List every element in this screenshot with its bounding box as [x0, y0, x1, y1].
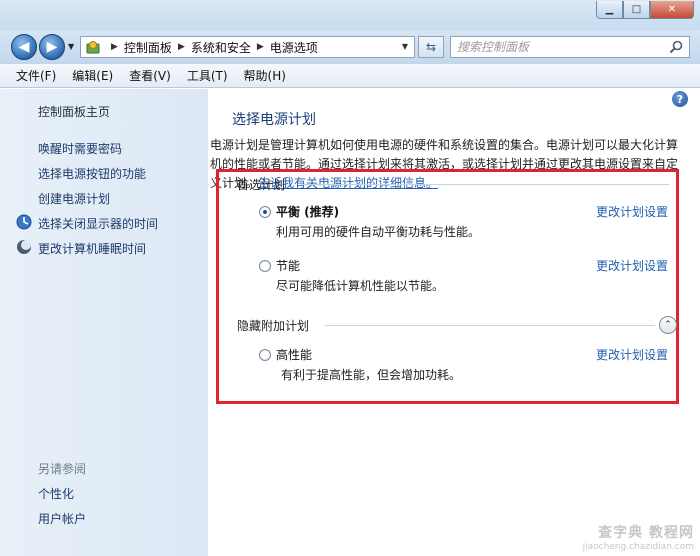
watermark-title: 查字典 教程网: [598, 525, 694, 541]
page-title: 选择电源计划: [232, 112, 316, 128]
main-content: ? 选择电源计划 电源计划是管理计算机如何使用电源的硬件和系统设置的集合。电源计…: [208, 89, 700, 556]
breadcrumb-item-power-options[interactable]: 电源选项: [270, 39, 318, 56]
watermark: 查字典 教程网 jiaocheng.chazidian.com: [583, 522, 694, 552]
sidebar-item-sleep-time[interactable]: 更改计算机睡眠时间: [38, 240, 146, 257]
plan-power-saver-settings-link[interactable]: 更改计划设置: [596, 257, 668, 274]
sidebar-home-link[interactable]: 控制面板主页: [38, 103, 110, 120]
menu-help[interactable]: 帮助(H): [244, 67, 286, 84]
sidebar-item-power-button[interactable]: 选择电源按钮的功能: [38, 165, 146, 182]
see-also-heading: 另请参阅: [38, 462, 87, 476]
arrow-right-icon: ▶: [46, 39, 58, 55]
plan-balanced-radio[interactable]: [259, 206, 271, 218]
chevron-right-icon: ▶: [256, 42, 264, 52]
control-panel-icon: [86, 41, 100, 54]
chevron-up-icon: ⌃: [664, 320, 672, 330]
plan-high-performance-radio[interactable]: [259, 349, 271, 361]
sidebar-item-wake-password[interactable]: 唤醒时需要密码: [38, 140, 122, 157]
plan-high-performance-settings-link[interactable]: 更改计划设置: [596, 346, 668, 363]
section-divider: [301, 184, 669, 185]
title-bar: ▁ □ ✕: [0, 0, 700, 30]
collapse-hidden-plans-button[interactable]: ⌃: [659, 316, 677, 334]
maximize-button[interactable]: □: [623, 1, 650, 19]
refresh-icon: ⇆: [425, 40, 437, 54]
plan-power-saver-desc: 尽可能降低计算机性能以节能。: [276, 279, 445, 293]
chevron-down-icon[interactable]: ▼: [402, 42, 408, 51]
address-bar: ◀ ▶ ▼ ▶ 控制面板 ▶ 系统和安全 ▶ 电源选项 ▼ ⇆: [0, 30, 700, 64]
hidden-plans-heading[interactable]: 隐藏附加计划: [237, 317, 309, 334]
section-divider: [325, 325, 655, 326]
search-input[interactable]: [457, 40, 657, 54]
plan-high-performance-name[interactable]: 高性能: [276, 346, 312, 363]
refresh-button[interactable]: ⇆: [418, 36, 444, 58]
plan-high-performance-desc: 有利于提高性能，但会增加功耗。: [281, 368, 462, 382]
back-button[interactable]: ◀: [11, 34, 37, 60]
chevron-right-icon: ▶: [111, 42, 118, 52]
arrow-left-icon: ◀: [18, 39, 30, 55]
see-also-personalization[interactable]: 个性化: [38, 485, 74, 502]
sidebar-item-create-plan[interactable]: 创建电源计划: [38, 190, 110, 207]
menu-tools[interactable]: 工具(T): [187, 67, 228, 84]
breadcrumb-item-control-panel[interactable]: 控制面板: [124, 39, 172, 56]
highlight-box: 首选计划 平衡 (推荐) 利用可用的硬件自动平衡功耗与性能。 更改计划设置 节能…: [216, 169, 679, 404]
plan-power-saver-name[interactable]: 节能: [276, 257, 300, 274]
moon-icon: [17, 240, 31, 254]
search-icon[interactable]: [669, 40, 683, 54]
menu-view[interactable]: 查看(V): [129, 67, 171, 84]
chevron-right-icon: ▶: [177, 42, 185, 52]
plan-balanced-name[interactable]: 平衡 (推荐): [276, 203, 339, 220]
monitor-icon: [16, 214, 32, 230]
menu-file[interactable]: 文件(F): [16, 67, 56, 84]
plan-power-saver-radio[interactable]: [259, 260, 271, 272]
see-also-user-accounts[interactable]: 用户帐户: [38, 510, 86, 527]
window-controls: ▁ □ ✕: [596, 1, 694, 19]
minimize-button[interactable]: ▁: [596, 1, 623, 19]
menu-bar: 文件(F) 编辑(E) 查看(V) 工具(T) 帮助(H): [0, 64, 700, 88]
preferred-plans-heading: 首选计划: [237, 178, 286, 192]
search-box: [450, 36, 690, 58]
close-button[interactable]: ✕: [650, 1, 694, 19]
plan-balanced-settings-link[interactable]: 更改计划设置: [596, 203, 668, 220]
sidebar-item-display-off[interactable]: 选择关闭显示器的时间: [38, 215, 158, 232]
left-nav-panel: 控制面板主页 唤醒时需要密码 选择电源按钮的功能 创建电源计划 选择关闭显示器的…: [0, 89, 208, 556]
menu-edit[interactable]: 编辑(E): [72, 67, 113, 84]
plan-balanced-desc: 利用可用的硬件自动平衡功耗与性能。: [276, 225, 481, 239]
breadcrumb-item-system-security[interactable]: 系统和安全: [191, 39, 251, 56]
watermark-url: jiaocheng.chazidian.com: [582, 542, 694, 552]
help-icon[interactable]: ?: [672, 91, 688, 107]
breadcrumb[interactable]: ▶ 控制面板 ▶ 系统和安全 ▶ 电源选项 ▼: [80, 36, 415, 58]
forward-button[interactable]: ▶: [39, 34, 65, 60]
history-dropdown-icon[interactable]: ▼: [68, 42, 74, 51]
